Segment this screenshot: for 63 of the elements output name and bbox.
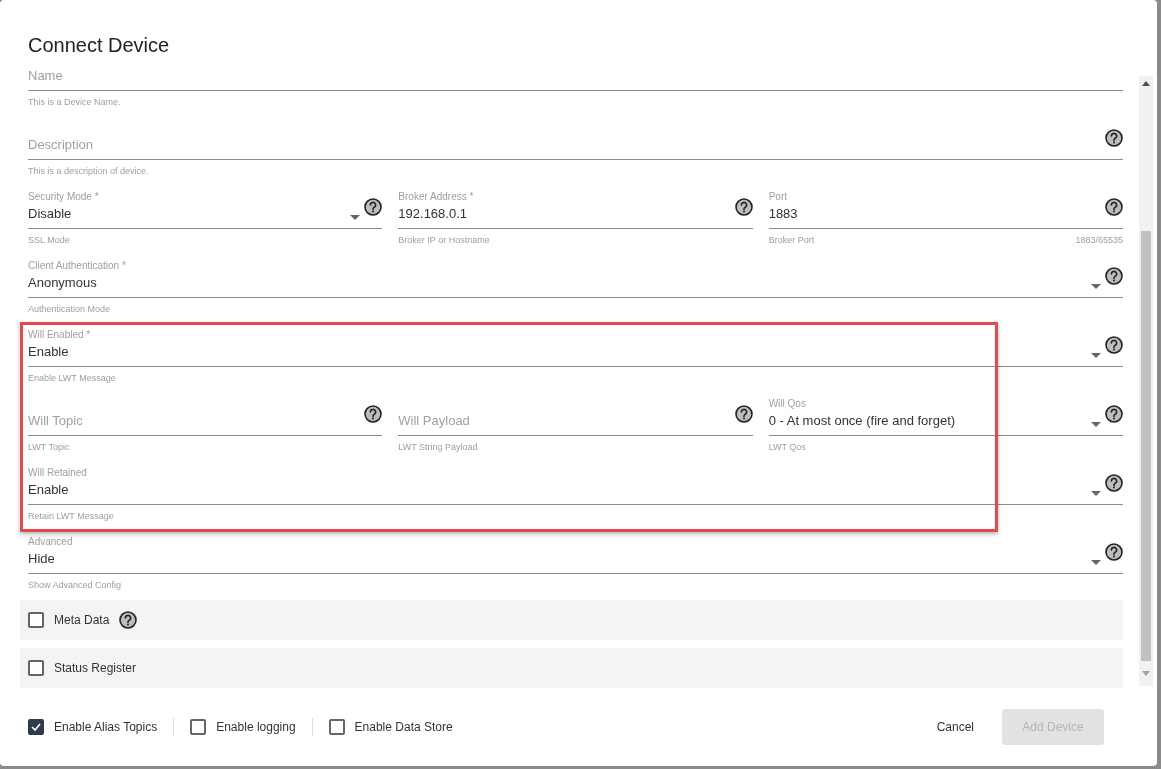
- help-icon[interactable]: [734, 405, 753, 423]
- select-field[interactable]: Will Retained Enable: [28, 466, 1123, 505]
- field-label: Advanced: [28, 536, 73, 547]
- select-field[interactable]: Client Authentication * Anonymous: [28, 259, 1123, 298]
- helper-text: SSL Mode: [28, 234, 70, 247]
- help-icon[interactable]: [1105, 267, 1123, 285]
- scrollbar-thumb[interactable]: [1141, 231, 1151, 661]
- character-counter: 1883/65535: [1075, 234, 1123, 247]
- helper-text: Broker Port: [768, 234, 815, 247]
- input-field[interactable]: Broker Address * 192.168.0.1: [398, 190, 753, 229]
- scrollbar[interactable]: [1139, 76, 1153, 686]
- helper-text: Authentication Mode: [28, 303, 111, 316]
- helper-text: Show Advanced Config: [28, 579, 122, 592]
- helper-text: Enable LWT Message: [28, 372, 116, 385]
- checkbox[interactable]: [28, 612, 44, 628]
- help-icon[interactable]: [1105, 198, 1123, 216]
- expandable-panel[interactable]: Status Register: [20, 648, 1123, 688]
- caret-icon: [350, 215, 361, 220]
- help-icon[interactable]: [1105, 474, 1123, 492]
- help-icon[interactable]: [1105, 543, 1123, 561]
- field-label: Will Qos: [768, 398, 806, 409]
- input-field[interactable]: Port 1883: [768, 190, 1123, 229]
- expandable-panel[interactable]: Meta Data: [20, 600, 1123, 640]
- select-field[interactable]: Will Enabled * Enable: [28, 328, 1123, 367]
- dialog-title: Connect Device: [28, 33, 171, 57]
- checkbox[interactable]: [28, 660, 44, 676]
- helper-text: LWT String Payload: [398, 441, 478, 454]
- field-label: Will Retained: [28, 467, 87, 478]
- select-field[interactable]: Security Mode * Disable: [28, 190, 383, 229]
- field-label: Broker Address *: [398, 191, 474, 202]
- cancel-button[interactable]: Cancel: [926, 709, 984, 745]
- help-icon[interactable]: [119, 611, 138, 629]
- help-icon[interactable]: [734, 198, 753, 216]
- caret-icon: [1091, 491, 1101, 496]
- select-field[interactable]: Will Qos 0 - At most once (fire and forget): [768, 397, 1123, 436]
- caret-icon: [1091, 353, 1101, 358]
- help-icon[interactable]: [1105, 405, 1123, 423]
- caret-icon: [1091, 284, 1101, 289]
- checkbox-label[interactable]: Enable logging: [216, 718, 296, 736]
- help-icon[interactable]: [364, 198, 383, 216]
- help-icon[interactable]: [1105, 336, 1123, 354]
- help-icon[interactable]: [1105, 129, 1123, 147]
- checkbox-label[interactable]: Enable Alias Topics: [54, 718, 158, 736]
- scroll-up-icon[interactable]: [1142, 81, 1150, 86]
- helper-text: This is a description of device.: [28, 165, 149, 178]
- helper-text: Retain LWT Message: [28, 510, 114, 523]
- select-field[interactable]: Advanced Hide: [28, 535, 1123, 574]
- checkmark-icon: [31, 723, 41, 731]
- checkbox-label[interactable]: Enable Data Store: [354, 718, 453, 736]
- checkbox[interactable]: [190, 719, 207, 735]
- caret-icon: [1091, 422, 1101, 427]
- helper-text: This is a Device Name.: [28, 96, 121, 109]
- caret-icon: [1091, 560, 1101, 565]
- field-label: Client Authentication *: [28, 260, 126, 271]
- checkbox[interactable]: [328, 719, 345, 735]
- field-label: Port: [768, 191, 787, 202]
- helper-text: LWT Topic: [28, 441, 70, 454]
- helper-text: Broker IP or Hostname: [398, 234, 490, 247]
- checkbox[interactable]: [28, 719, 44, 735]
- field-label: Will Enabled *: [28, 329, 91, 340]
- help-icon[interactable]: [364, 405, 383, 423]
- helper-text: LWT Qos: [768, 441, 806, 454]
- field-label: Security Mode *: [28, 191, 99, 202]
